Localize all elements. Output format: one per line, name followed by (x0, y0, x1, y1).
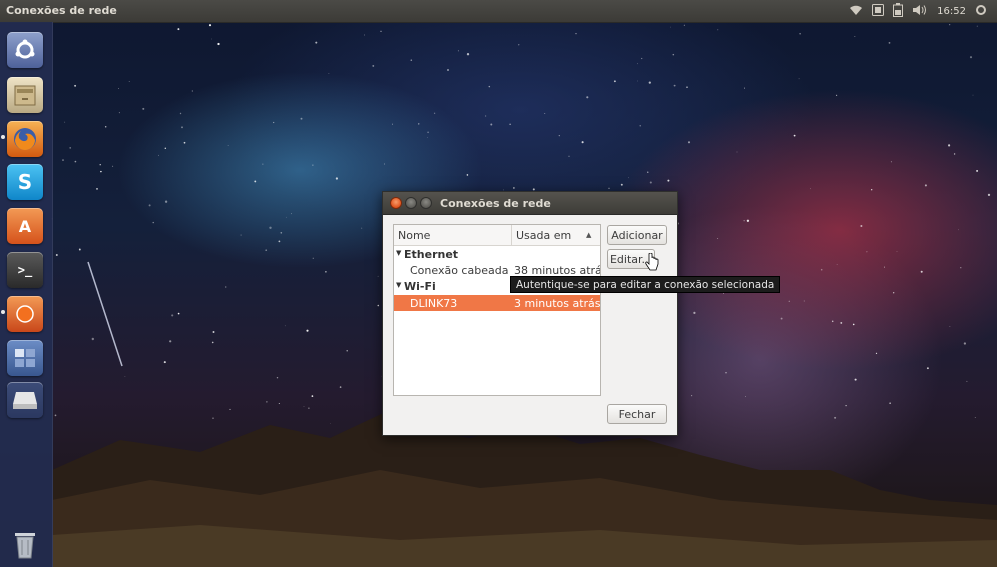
window-close-button[interactable] (390, 197, 402, 209)
mouse-pointer-icon (645, 252, 659, 274)
column-header-used-label: Usada em (516, 229, 572, 242)
firefox-icon[interactable] (7, 121, 43, 157)
launcher: S A >_ (0, 22, 53, 567)
group-row-ethernet[interactable]: ▼ Ethernet (394, 246, 600, 262)
expander-triangle-icon[interactable]: ▼ (396, 281, 401, 289)
connection-name: Conexão cabeada 1 (410, 264, 510, 277)
trash-icon[interactable] (7, 527, 43, 563)
workspace-icon[interactable] (7, 340, 43, 376)
session-gear-icon[interactable] (975, 4, 987, 19)
column-header-used[interactable]: Usada em ▲ (512, 225, 600, 245)
add-button[interactable]: Adicionar (607, 225, 667, 245)
wifi-icon[interactable] (849, 4, 863, 19)
top-panel: Conexões de rede 16:52 (0, 0, 997, 23)
window-titlebar[interactable]: Conexões de rede (383, 192, 677, 215)
terminal-glyph: >_ (17, 263, 33, 277)
window-minimize-button[interactable] (405, 197, 417, 209)
clock[interactable]: 16:52 (937, 6, 966, 17)
skype-glyph: S (17, 170, 33, 194)
ubuntu-one-icon[interactable] (7, 296, 43, 332)
connection-row-selected[interactable]: DLINK73 3 minutos atrás (394, 295, 600, 311)
file-manager-icon[interactable] (7, 77, 43, 113)
keyboard-icon[interactable] (872, 3, 885, 19)
group-label: Wi-Fi (404, 280, 436, 293)
ubuntu-logo-icon[interactable] (7, 32, 43, 68)
expander-triangle-icon[interactable]: ▼ (396, 249, 401, 257)
group-label: Ethernet (404, 248, 459, 261)
column-header-name-label: Nome (398, 229, 431, 242)
close-button[interactable]: Fechar (607, 404, 667, 424)
running-indicator (1, 135, 5, 139)
connections-list[interactable]: Nome Usada em ▲ ▼ Ethernet Conexão cabea… (393, 224, 601, 396)
software-center-glyph: A (18, 216, 32, 236)
battery-icon[interactable] (893, 2, 904, 20)
connection-name: DLINK73 (410, 297, 458, 310)
meteor-streak (87, 261, 123, 367)
window-maximize-button[interactable] (420, 197, 432, 209)
drive-icon[interactable] (7, 382, 43, 418)
software-center-icon[interactable]: A (7, 208, 43, 244)
edit-tooltip: Autentique-se para editar a conexão sele… (510, 276, 781, 293)
volume-icon[interactable] (912, 4, 928, 19)
sort-indicator-icon: ▲ (586, 231, 592, 239)
connection-last-used: 3 minutos atrás (514, 297, 601, 310)
terminal-icon[interactable]: >_ (7, 252, 43, 288)
list-header: Nome Usada em ▲ (394, 225, 600, 246)
running-indicator (1, 310, 5, 314)
column-header-name[interactable]: Nome (394, 225, 512, 245)
network-connections-window: Conexões de rede Nome Usada em ▲ ▼ Ether… (382, 191, 678, 436)
skype-icon[interactable]: S (7, 164, 43, 200)
window-title: Conexões de rede (440, 197, 551, 210)
indicator-area: 16:52 (849, 2, 987, 20)
panel-app-title: Conexões de rede (6, 4, 117, 17)
